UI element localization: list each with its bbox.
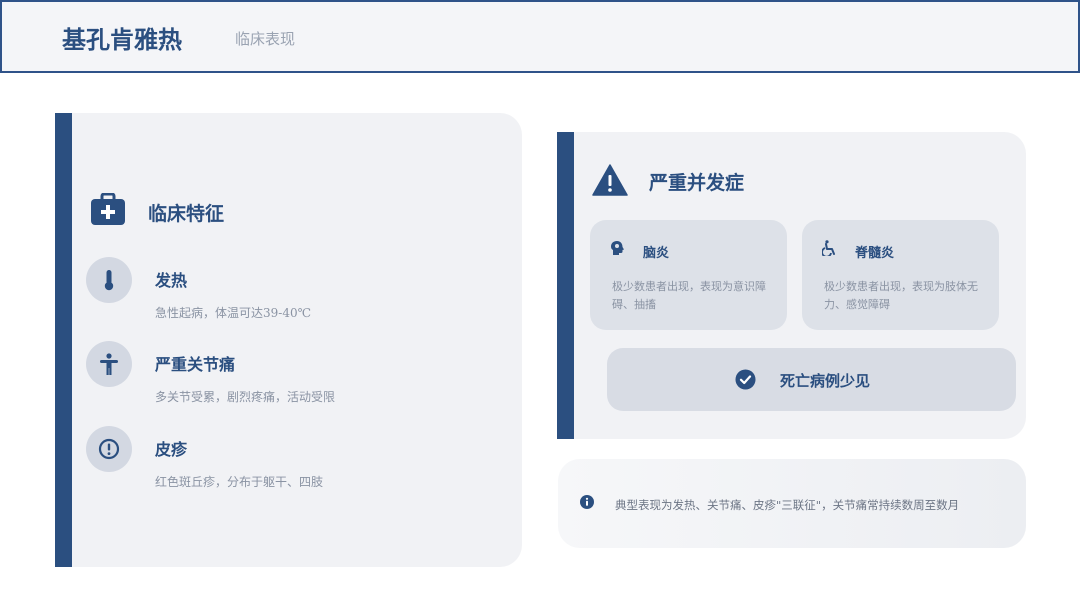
person-icon bbox=[100, 353, 118, 375]
feature-item-joint-pain: 严重关节痛 多关节受累，剧烈疼痛，活动受限 bbox=[86, 341, 506, 411]
complication-desc: 极少数患者出现，表现为肢体无力、感觉障碍 bbox=[824, 280, 978, 311]
page-title: 基孔肯雅热 bbox=[62, 25, 182, 54]
feature-item-rash: 皮疹 红色斑丘疹，分布于躯干、四肢 bbox=[86, 426, 506, 496]
alert-circle-icon bbox=[98, 438, 120, 460]
brain-icon bbox=[611, 241, 624, 255]
feature-name: 严重关节痛 bbox=[155, 355, 236, 374]
complication-name: 脊髓炎 bbox=[855, 246, 895, 261]
wheelchair-icon bbox=[822, 240, 835, 256]
clinical-features-title: 临床特征 bbox=[148, 203, 225, 225]
medical-kit-icon bbox=[91, 193, 125, 225]
complication-desc: 极少数患者出现，表现为意识障碍、抽搐 bbox=[612, 280, 766, 311]
header-bar: 基孔肯雅热 临床表现 bbox=[0, 0, 1080, 73]
info-icon bbox=[580, 495, 594, 509]
death-note-text: 死亡病例少见 bbox=[780, 372, 871, 390]
feature-desc: 多关节受累，剧烈疼痛，活动受限 bbox=[155, 390, 336, 404]
feature-item-fever: 发热 急性起病，体温可达39-40℃ bbox=[86, 257, 506, 327]
clinical-features-card: 临床特征 发热 急性起病，体温可达39-40℃ 严重关节痛 多关节受累，剧烈疼痛… bbox=[55, 113, 522, 567]
complication-item-encephalitis: 脑炎 极少数患者出现，表现为意识障碍、抽搐 bbox=[590, 220, 787, 330]
complications-card: 严重并发症 脑炎 极少数患者出现，表现为意识障碍、抽搐 脊髓炎 极少数患者出现，… bbox=[557, 132, 1026, 439]
complication-name: 脑炎 bbox=[643, 246, 670, 261]
summary-note: 典型表现为发热、关节痛、皮疹"三联征"，关节痛常持续数周至数月 bbox=[558, 459, 1026, 548]
complications-title: 严重并发症 bbox=[649, 172, 745, 194]
summary-note-text: 典型表现为发热、关节痛、皮疹"三联征"，关节痛常持续数周至数月 bbox=[615, 498, 960, 512]
feature-desc: 红色斑丘疹，分布于躯干、四肢 bbox=[155, 475, 324, 489]
complication-item-myelitis: 脊髓炎 极少数患者出现，表现为肢体无力、感觉障碍 bbox=[802, 220, 999, 330]
death-note-box: 死亡病例少见 bbox=[607, 348, 1016, 411]
feature-name: 皮疹 bbox=[155, 440, 188, 459]
check-circle-icon bbox=[735, 369, 756, 390]
feature-name: 发热 bbox=[155, 271, 188, 290]
feature-desc: 急性起病，体温可达39-40℃ bbox=[155, 306, 312, 320]
warning-triangle-icon bbox=[592, 164, 628, 196]
thermometer-icon bbox=[104, 270, 114, 291]
page-subtitle: 临床表现 bbox=[235, 30, 296, 48]
